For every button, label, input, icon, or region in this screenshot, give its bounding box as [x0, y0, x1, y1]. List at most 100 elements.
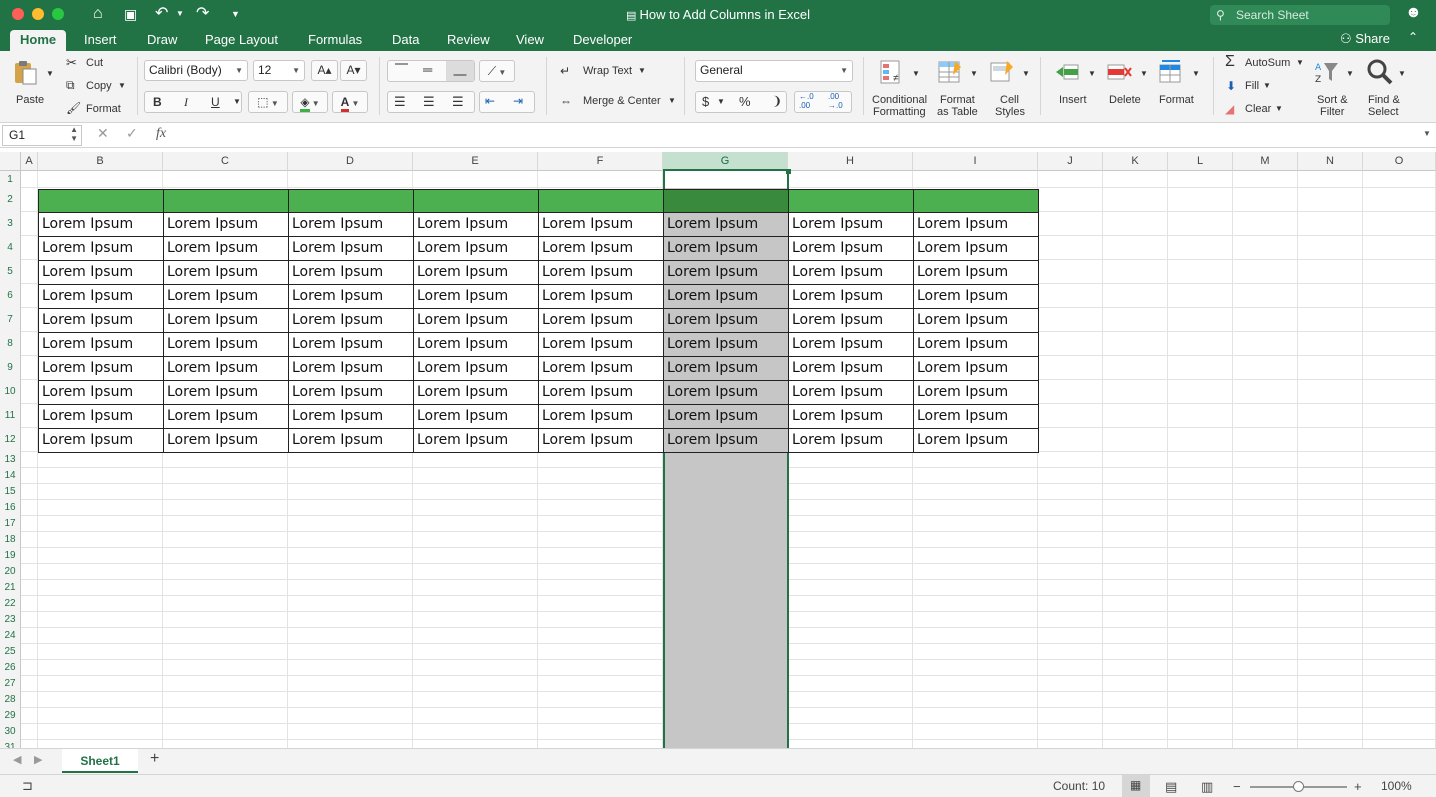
table-header-cell[interactable] [538, 189, 664, 214]
row-header-14[interactable]: 14 [0, 468, 21, 484]
select-all-corner[interactable] [0, 152, 21, 171]
borders-button[interactable]: ⬚ ▼ [248, 91, 288, 113]
currency-button[interactable]: $ [702, 94, 709, 109]
table-cell[interactable]: Lorem Ipsum [288, 404, 414, 429]
formula-input[interactable] [181, 125, 1411, 146]
table-cell[interactable]: Lorem Ipsum [913, 236, 1039, 261]
row-header-16[interactable]: 16 [0, 500, 21, 516]
table-cell[interactable]: Lorem Ipsum [288, 380, 414, 405]
previous-sheet-icon[interactable]: ◀ [13, 753, 21, 766]
collapse-ribbon-icon[interactable]: ⌃ [1408, 30, 1418, 44]
row-header-4[interactable]: 4 [0, 236, 21, 260]
table-cell[interactable]: Lorem Ipsum [38, 380, 164, 405]
row-header-19[interactable]: 19 [0, 548, 21, 564]
worksheet-grid[interactable]: A B C D E F G H I J K L M N O 1 2 3 4 5 6 7 8 9 10 11 12 13 14 15 16 17… [0, 150, 1436, 748]
table-cell[interactable]: Lorem Ipsum [538, 236, 664, 261]
table-cell[interactable]: Lorem Ipsum [38, 308, 164, 333]
row-header-22[interactable]: 22 [0, 596, 21, 612]
row-header-23[interactable]: 23 [0, 612, 21, 628]
row-header-27[interactable]: 27 [0, 676, 21, 692]
zoom-level[interactable]: 100% [1381, 779, 1412, 793]
row-header-26[interactable]: 26 [0, 660, 21, 676]
align-middle-icon[interactable]: ═ [423, 62, 432, 77]
font-color-button[interactable]: A ▼ [332, 91, 368, 113]
zoom-slider-thumb[interactable] [1293, 781, 1304, 792]
table-cell[interactable]: Lorem Ipsum [538, 260, 664, 285]
table-cell[interactable]: Lorem Ipsum [913, 308, 1039, 333]
row-header-1[interactable]: 1 [0, 171, 21, 188]
row-header-11[interactable]: 11 [0, 404, 21, 428]
column-header-h[interactable]: H [788, 152, 913, 171]
column-header-n[interactable]: N [1298, 152, 1363, 171]
table-cell[interactable]: Lorem Ipsum [288, 308, 414, 333]
row-header-25[interactable]: 25 [0, 644, 21, 660]
table-cell[interactable]: Lorem Ipsum [163, 284, 289, 309]
table-cell[interactable]: Lorem Ipsum [38, 332, 164, 357]
copy-dropdown-icon[interactable]: ▼ [118, 81, 126, 90]
add-sheet-button[interactable]: + [150, 750, 159, 768]
table-cell[interactable]: Lorem Ipsum [788, 284, 914, 309]
table-header-cell[interactable] [163, 189, 289, 214]
table-cell[interactable]: Lorem Ipsum [163, 356, 289, 381]
number-format-select[interactable]: General ▼ [695, 60, 853, 82]
table-cell[interactable]: Lorem Ipsum [538, 428, 664, 453]
percent-button[interactable]: % [739, 94, 751, 109]
table-cell[interactable]: Lorem Ipsum [413, 404, 539, 429]
search-sheet-input[interactable]: ⚲ Search Sheet [1210, 5, 1390, 25]
name-box[interactable]: G1 ▲ ▼ [2, 125, 82, 146]
merge-center-button[interactable]: Merge & Center [583, 95, 661, 107]
table-cell[interactable]: Lorem Ipsum [538, 212, 664, 237]
column-header-m[interactable]: M [1233, 152, 1298, 171]
table-cell[interactable]: Lorem Ipsum [788, 236, 914, 261]
table-cell[interactable]: Lorem Ipsum [663, 308, 789, 333]
table-header-cell[interactable] [288, 189, 414, 214]
table-header-cell[interactable] [788, 189, 914, 214]
decrease-decimal-icon[interactable]: .00 →.0 [828, 92, 843, 110]
column-header-a[interactable]: A [21, 152, 38, 171]
row-header-5[interactable]: 5 [0, 260, 21, 284]
table-cell[interactable]: Lorem Ipsum [913, 284, 1039, 309]
expand-formula-bar-icon[interactable]: ▼ [1423, 129, 1431, 138]
tab-data[interactable]: Data [382, 30, 429, 51]
table-cell[interactable]: Lorem Ipsum [163, 332, 289, 357]
table-cell[interactable]: Lorem Ipsum [663, 260, 789, 285]
increase-decimal-icon[interactable]: ←.0.00 [799, 92, 814, 110]
table-cell[interactable]: Lorem Ipsum [38, 236, 164, 261]
column-header-j[interactable]: J [1038, 152, 1103, 171]
table-cell[interactable]: Lorem Ipsum [413, 356, 539, 381]
column-header-c[interactable]: C [163, 152, 288, 171]
italic-button[interactable]: I [184, 95, 188, 110]
tab-review[interactable]: Review [437, 30, 500, 51]
page-layout-view-icon[interactable]: ▤ [1165, 779, 1177, 795]
share-button[interactable]: ⚇ Share [1340, 29, 1390, 49]
table-cell[interactable]: Lorem Ipsum [913, 404, 1039, 429]
table-cell[interactable]: Lorem Ipsum [663, 428, 789, 453]
table-cell[interactable]: Lorem Ipsum [288, 212, 414, 237]
table-cell[interactable]: Lorem Ipsum [38, 260, 164, 285]
column-header-e[interactable]: E [413, 152, 538, 171]
table-cell[interactable]: Lorem Ipsum [788, 332, 914, 357]
table-cell[interactable]: Lorem Ipsum [413, 380, 539, 405]
table-cell[interactable]: Lorem Ipsum [163, 236, 289, 261]
table-cell[interactable]: Lorem Ipsum [788, 356, 914, 381]
row-header-17[interactable]: 17 [0, 516, 21, 532]
table-cell[interactable]: Lorem Ipsum [288, 260, 414, 285]
table-cell[interactable]: Lorem Ipsum [413, 308, 539, 333]
table-cell[interactable]: Lorem Ipsum [288, 332, 414, 357]
row-header-31[interactable]: 31 [0, 740, 21, 748]
column-header-k[interactable]: K [1103, 152, 1168, 171]
align-top-icon[interactable]: ⎺ [395, 62, 408, 78]
table-cell[interactable]: Lorem Ipsum [913, 212, 1039, 237]
row-header-6[interactable]: 6 [0, 284, 21, 308]
column-header-l[interactable]: L [1168, 152, 1233, 171]
table-cell[interactable]: Lorem Ipsum [663, 332, 789, 357]
row-header-28[interactable]: 28 [0, 692, 21, 708]
table-cell[interactable]: Lorem Ipsum [788, 260, 914, 285]
row-header-29[interactable]: 29 [0, 708, 21, 724]
table-cell[interactable]: Lorem Ipsum [663, 356, 789, 381]
autosum-dropdown-icon[interactable]: ▼ [1296, 58, 1304, 67]
fill-color-button[interactable]: ◈ ▼ [292, 91, 328, 113]
table-cell[interactable]: Lorem Ipsum [913, 356, 1039, 381]
table-cell[interactable]: Lorem Ipsum [538, 332, 664, 357]
table-cell[interactable]: Lorem Ipsum [913, 332, 1039, 357]
